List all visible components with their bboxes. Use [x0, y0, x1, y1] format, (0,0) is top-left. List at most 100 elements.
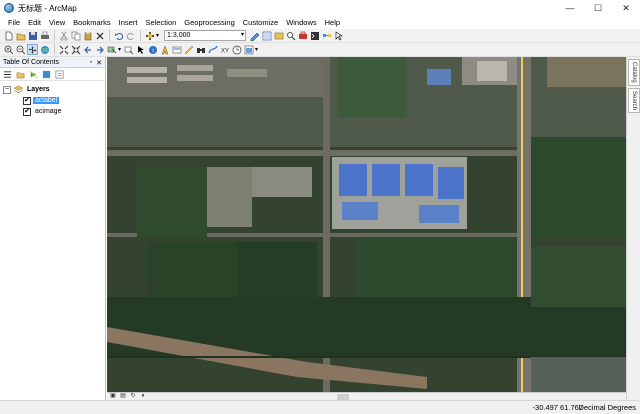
collapse-icon[interactable]: −: [3, 85, 11, 94]
window-controls: — ☐ ✕: [556, 0, 640, 16]
select-dropdown-icon[interactable]: ▾: [118, 46, 121, 53]
hyperlink-icon[interactable]: [159, 44, 170, 55]
satellite-imagery[interactable]: [107, 57, 626, 392]
toc-close-icon[interactable]: ✕: [95, 59, 103, 67]
paste-icon[interactable]: [82, 30, 93, 41]
search-tab-label: Search: [631, 90, 637, 110]
clear-selection-icon[interactable]: [123, 44, 134, 55]
catalog-tab[interactable]: Catalog: [628, 59, 640, 86]
forward-extent-icon[interactable]: [94, 44, 105, 55]
find-route-icon[interactable]: [207, 44, 218, 55]
zoom-out-icon[interactable]: [15, 44, 26, 55]
select-features-icon[interactable]: [106, 44, 117, 55]
open-folder-icon[interactable]: [15, 30, 26, 41]
menu-windows[interactable]: Windows: [282, 16, 320, 29]
menu-view[interactable]: View: [45, 16, 69, 29]
back-extent-icon[interactable]: [82, 44, 93, 55]
redo-icon[interactable]: [125, 30, 136, 41]
svg-text:i: i: [152, 48, 153, 54]
list-by-visibility-icon[interactable]: [28, 69, 38, 79]
menu-bookmarks[interactable]: Bookmarks: [69, 16, 115, 29]
go-to-xy-icon[interactable]: XY: [219, 44, 230, 55]
undo-icon[interactable]: [113, 30, 124, 41]
find-icon[interactable]: [195, 44, 206, 55]
data-view-icon[interactable]: ▣: [109, 393, 117, 400]
new-document-icon[interactable]: [3, 30, 14, 41]
search-window-icon[interactable]: [285, 30, 296, 41]
search-tab[interactable]: Search: [628, 87, 640, 113]
svg-text:XY: XY: [221, 48, 229, 54]
minimize-button[interactable]: —: [556, 0, 584, 16]
copy-icon[interactable]: [70, 30, 81, 41]
menu-help[interactable]: Help: [321, 16, 344, 29]
title-bar: 无标题 - ArcMap — ☐ ✕: [0, 0, 640, 16]
menu-selection[interactable]: Selection: [141, 16, 180, 29]
toc-header: Table Of Contents ▫ ✕: [0, 57, 105, 68]
menu-geoprocessing[interactable]: Geoprocessing: [180, 16, 238, 29]
cursor-coordinates: -30.497 61.767: [532, 403, 583, 412]
save-icon[interactable]: [27, 30, 38, 41]
list-by-selection-icon[interactable]: [41, 69, 51, 79]
cut-icon[interactable]: [58, 30, 69, 41]
toolbar-options-icon[interactable]: ▾: [255, 46, 258, 53]
zoom-in-icon[interactable]: [3, 44, 14, 55]
toc-header-controls: ▫ ✕: [87, 57, 103, 68]
list-by-source-icon[interactable]: [15, 69, 25, 79]
layer-tree: − Layers ✔ aclabel ✔ acimage: [0, 81, 105, 117]
right-dock: Catalog Search: [626, 57, 640, 400]
python-window-icon[interactable]: [309, 30, 320, 41]
add-data-dropdown-icon[interactable]: ▾: [156, 32, 159, 39]
menu-customize[interactable]: Customize: [239, 16, 282, 29]
full-extent-icon[interactable]: [39, 44, 50, 55]
html-popup-icon[interactable]: [171, 44, 182, 55]
layer-row-aclabel[interactable]: ✔ aclabel: [3, 95, 105, 106]
fixed-zoom-out-icon[interactable]: [70, 44, 81, 55]
close-button[interactable]: ✕: [612, 0, 640, 16]
table-of-contents-icon[interactable]: [261, 30, 272, 41]
map-display[interactable]: [107, 57, 626, 392]
map-view-footer: ▣ ▤ ↻ ⏸: [107, 392, 626, 400]
identify-icon[interactable]: i: [147, 44, 158, 55]
open-time-slider-icon[interactable]: [231, 44, 242, 55]
layer-visibility-checkbox[interactable]: ✔: [23, 107, 31, 116]
menu-file[interactable]: File: [4, 16, 24, 29]
window-title: 无标题 - ArcMap: [18, 3, 77, 13]
table-of-contents-panel: Table Of Contents ▫ ✕ − Layers ✔ aclabel…: [0, 57, 106, 400]
toc-title: Table Of Contents: [3, 58, 60, 66]
menu-bar: File Edit View Bookmarks Insert Selectio…: [0, 16, 640, 29]
layers-data-frame[interactable]: − Layers: [3, 84, 105, 95]
maximize-button[interactable]: ☐: [584, 0, 612, 16]
print-icon[interactable]: [39, 30, 50, 41]
toc-options-icon[interactable]: [54, 69, 64, 79]
auto-hide-pin-icon[interactable]: ▫: [87, 59, 95, 66]
menu-insert[interactable]: Insert: [115, 16, 142, 29]
select-elements-icon[interactable]: [135, 44, 146, 55]
layer-visibility-checkbox[interactable]: ✔: [23, 96, 31, 105]
layout-view-icon[interactable]: ▤: [119, 393, 127, 400]
help-pointer-icon[interactable]: [333, 30, 344, 41]
menu-edit[interactable]: Edit: [24, 16, 45, 29]
toolbar-separator: [109, 30, 110, 41]
add-data-icon[interactable]: [144, 30, 155, 41]
catalog-window-icon[interactable]: [273, 30, 284, 41]
toolbar-separator: [54, 44, 55, 55]
layer-row-acimage[interactable]: ✔ acimage: [3, 106, 105, 117]
map-scale-combobox[interactable]: 1:3,000 ▾: [164, 30, 247, 41]
delete-icon[interactable]: [94, 30, 105, 41]
fixed-zoom-in-icon[interactable]: [58, 44, 69, 55]
standard-toolbar: ▾ 1:3,000 ▾: [0, 29, 640, 43]
pause-drawing-icon[interactable]: ⏸: [139, 393, 147, 400]
arctoolbox-icon[interactable]: [297, 30, 308, 41]
measure-icon[interactable]: [183, 44, 194, 55]
model-builder-icon[interactable]: [321, 30, 332, 41]
editor-toolbar-icon[interactable]: [249, 30, 260, 41]
catalog-tab-label: Catalog: [631, 62, 637, 83]
refresh-icon[interactable]: ↻: [129, 393, 137, 400]
chevron-down-icon[interactable]: ▾: [241, 31, 244, 40]
coordinate-units: Decimal Degrees: [578, 403, 636, 412]
layer-name[interactable]: aclabel: [33, 97, 60, 104]
create-viewer-window-icon[interactable]: [243, 44, 254, 55]
layer-name[interactable]: acimage: [33, 108, 63, 115]
pan-icon[interactable]: [27, 44, 38, 55]
list-by-drawing-order-icon[interactable]: [2, 69, 12, 79]
